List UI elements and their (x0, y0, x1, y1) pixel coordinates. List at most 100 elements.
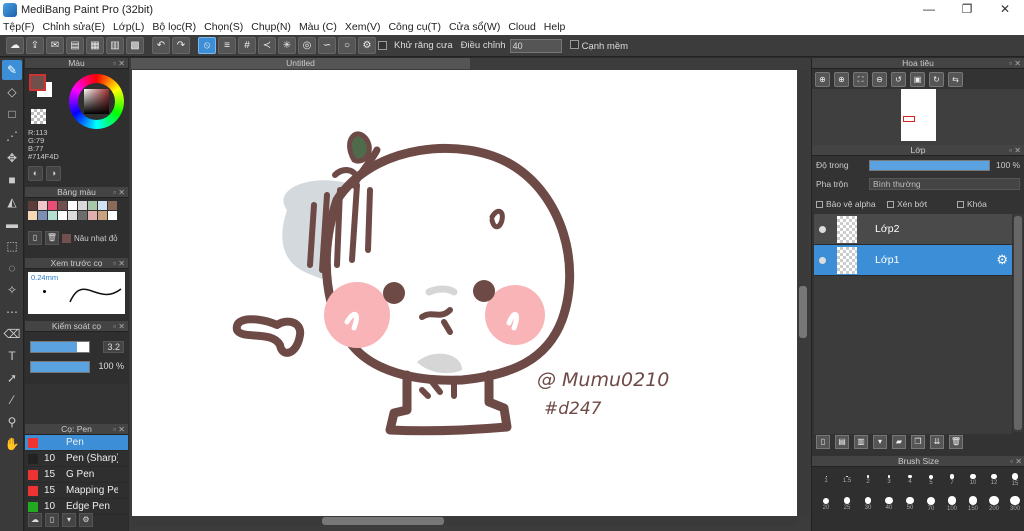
menu-cloud[interactable]: Cloud (508, 21, 535, 33)
zoom-in-icon[interactable]: ⊕ (815, 72, 830, 87)
brush-size-cell[interactable]: 20 (816, 494, 836, 514)
brush-size-cell[interactable]: 3 (879, 470, 899, 490)
zoom-in-2-icon[interactable]: ⊕ (834, 72, 849, 87)
vanishing-snap-icon[interactable]: ≺ (258, 37, 276, 54)
share-icon[interactable]: ⇪ (26, 37, 44, 54)
palette-swatch[interactable] (28, 201, 37, 210)
palette-swatch[interactable] (28, 211, 37, 220)
move-tool-icon[interactable]: ✥ (2, 148, 22, 168)
close-icon[interactable]: ✕ (1014, 58, 1021, 69)
text-tool-icon[interactable]: T (2, 346, 22, 366)
new-page-icon[interactable]: ▯ (28, 231, 42, 245)
settings-gear-icon[interactable]: ⚙ (358, 37, 376, 54)
protect-alpha-checkbox[interactable]: Bảo vệ alpha (816, 199, 876, 209)
maximize-button[interactable]: ❐ (948, 0, 986, 19)
brush-row[interactable]: 15 G Pen (25, 467, 128, 483)
menu-tools[interactable]: Công cụ(T) (388, 21, 441, 33)
menu-view[interactable]: Xem(V) (345, 21, 381, 33)
palette-swatch[interactable] (48, 211, 57, 220)
folder-icon[interactable]: ▰ (892, 435, 906, 449)
eraser-tool-icon[interactable]: ◇ (2, 82, 22, 102)
adjust-select[interactable]: 40 (509, 38, 562, 53)
antialias-checkbox[interactable] (378, 41, 387, 50)
operation-tool-icon[interactable]: ➚ (2, 368, 22, 388)
delete-layer-icon[interactable]: 🗑 (949, 435, 963, 449)
brush-size-cell[interactable]: 15 (1005, 470, 1024, 490)
close-icon[interactable]: ✕ (1014, 145, 1021, 156)
clipping-checkbox[interactable]: Xén bớt (887, 199, 927, 209)
float-icon[interactable]: ▫ (113, 58, 116, 69)
brush-size-value[interactable]: 3.2 (103, 341, 124, 353)
float-icon[interactable]: ▫ (113, 424, 116, 435)
palette-swatch[interactable] (108, 201, 117, 210)
palette-swatch[interactable] (58, 201, 67, 210)
reset-view-icon[interactable]: ▣ (910, 72, 925, 87)
circle-snap-icon[interactable]: ◎ (298, 37, 316, 54)
dot-tool-icon[interactable]: ⋰ (2, 126, 22, 146)
brush-size-cell[interactable]: 300 (1005, 494, 1024, 514)
brush-row[interactable]: 10 Pen (Sharp) (25, 451, 128, 467)
brush-size-cell[interactable]: 50 (900, 494, 920, 514)
menu-help[interactable]: Help (544, 21, 566, 33)
navigator-view[interactable] (812, 89, 1024, 145)
visibility-icon[interactable] (819, 256, 826, 264)
fill-rect-tool-icon[interactable]: ■ (2, 170, 22, 190)
menu-filter[interactable]: Bộ lọc(R) (152, 21, 196, 33)
rectangle-tool-icon[interactable]: □ (2, 104, 22, 124)
trash-icon[interactable]: 🗑 (45, 231, 59, 245)
comment-icon[interactable]: ✉ (46, 37, 64, 54)
saturation-square[interactable] (84, 89, 109, 114)
color-wheel[interactable] (69, 74, 124, 129)
brush-size-cell[interactable]: 70 (921, 494, 941, 514)
radial-snap-icon[interactable]: ✳ (278, 37, 296, 54)
gradient-tool-icon[interactable]: ▬ (2, 214, 22, 234)
select-pen-tool-icon[interactable]: ⋯ (2, 302, 22, 322)
bucket-tool-icon[interactable]: ◭ (2, 192, 22, 212)
float-icon[interactable]: ▫ (113, 187, 116, 198)
cloud-brush-icon[interactable]: ☁ (28, 513, 42, 527)
brush-size-cell[interactable]: 5 (921, 470, 941, 490)
rotate-right-icon[interactable]: ↻ (929, 72, 944, 87)
brush-row[interactable]: 15 Mapping Pen (25, 483, 128, 499)
close-icon[interactable]: ✕ (118, 187, 125, 198)
smooth-checkbox[interactable]: Cạnh mềm (569, 39, 628, 52)
float-icon[interactable]: ▫ (1009, 58, 1012, 69)
divide-tool-icon[interactable]: ⁄ (2, 390, 22, 410)
brush-size-cell[interactable]: 4 (900, 470, 920, 490)
palette-swatch[interactable] (68, 201, 77, 210)
brush-size-cell[interactable]: 7 (942, 470, 962, 490)
ring-snap-icon[interactable]: ○ (338, 37, 356, 54)
rotate-left-icon[interactable]: ↺ (891, 72, 906, 87)
palette-swatch[interactable] (78, 201, 87, 210)
palette-swatch[interactable] (58, 211, 67, 220)
brush-size-slider[interactable] (30, 341, 90, 353)
undo-icon[interactable]: ↶ (152, 37, 170, 54)
new-halftone-layer-icon[interactable]: ▤ (835, 435, 849, 449)
cloud-icon[interactable]: ☁ (6, 37, 24, 54)
hand-tool-icon[interactable]: ✋ (2, 434, 22, 454)
grid-icon[interactable]: ▩ (126, 37, 144, 54)
close-button[interactable]: ✕ (986, 0, 1024, 19)
brush-size-cell[interactable]: 25 (837, 494, 857, 514)
brush-row[interactable]: Pen (25, 435, 128, 451)
minimize-button[interactable]: — (910, 0, 948, 19)
palette-swatch[interactable] (68, 211, 77, 220)
brush-size-cell[interactable]: 2 (858, 470, 878, 490)
layer-opacity-slider[interactable] (869, 160, 990, 171)
layer-scroll-thumb[interactable] (1014, 216, 1022, 430)
palette-swatch[interactable] (98, 211, 107, 220)
color-mode-icon[interactable]: ◐ (28, 166, 43, 181)
zoom-out-icon[interactable]: ⊖ (872, 72, 887, 87)
select-tool-icon[interactable]: ⬚ (2, 236, 22, 256)
crisscross-snap-icon[interactable]: # (238, 37, 256, 54)
close-icon[interactable]: ✕ (118, 258, 125, 269)
gear-icon[interactable]: ⚙ (996, 252, 1008, 268)
drawing-canvas[interactable]: @ Mumu0210 #d247 (132, 70, 797, 516)
palette-swatch[interactable] (38, 201, 47, 210)
document-icon[interactable]: ▦ (86, 37, 104, 54)
curve-snap-icon[interactable]: ∽ (318, 37, 336, 54)
new-layer-icon[interactable]: ▯ (816, 435, 830, 449)
navigator-viewport-rect[interactable] (903, 116, 915, 122)
brush-menu-icon[interactable]: ▾ (62, 513, 76, 527)
menu-snap[interactable]: Chụp(N) (251, 21, 291, 33)
